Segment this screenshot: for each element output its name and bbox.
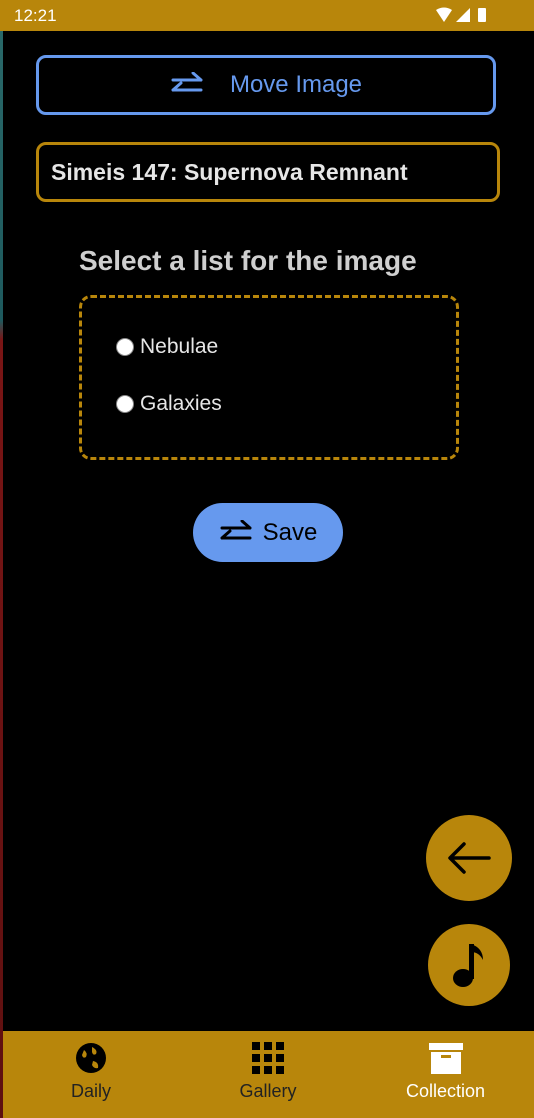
nav-label: Daily — [70, 1081, 111, 1101]
music-fab[interactable] — [428, 924, 510, 1006]
swap-horizontal-icon — [220, 519, 252, 539]
image-name: Simeis 147: Supernova Remnant — [36, 142, 500, 202]
move-image-screen: Move Image Simeis 147: Supernova Remnant… — [3, 31, 534, 1031]
radio-label: Galaxies — [140, 392, 222, 415]
radio-option-galaxies[interactable]: Galaxies — [116, 392, 222, 416]
status-icons — [436, 7, 486, 22]
back-fab[interactable] — [426, 815, 512, 901]
battery-icon — [478, 8, 486, 22]
radio-button[interactable] — [116, 338, 134, 356]
wifi-icon — [436, 7, 452, 22]
list-select-prompt: Select a list for the image — [79, 245, 417, 276]
radio-option-nebulae[interactable]: Nebulae — [116, 335, 218, 359]
move-image-header: Move Image — [36, 55, 496, 115]
save-button[interactable]: Save — [193, 503, 343, 562]
signal-icon — [456, 8, 470, 22]
bottom-navigation: Daily Gallery Collection — [3, 1031, 534, 1118]
status-bar: 12:21 — [0, 0, 534, 31]
nav-item-gallery[interactable]: Gallery — [218, 1031, 318, 1118]
radio-label: Nebulae — [140, 335, 219, 358]
nav-label: Gallery — [239, 1081, 297, 1101]
nav-label: Collection — [405, 1081, 486, 1101]
nav-item-collection[interactable]: Collection — [383, 1031, 508, 1118]
swap-horizontal-icon — [171, 72, 203, 92]
globe-icon — [76, 1043, 106, 1073]
radio-button[interactable] — [116, 395, 134, 413]
archive-box-icon — [428, 1043, 463, 1074]
grid-icon — [252, 1042, 284, 1074]
status-time: 12:21 — [14, 6, 57, 25]
save-label: Save — [262, 518, 318, 546]
nav-item-daily[interactable]: Daily — [41, 1031, 141, 1118]
list-radio-group: Nebulae Galaxies — [79, 295, 459, 460]
page-title: Move Image — [229, 71, 363, 98]
arrow-left-icon — [448, 842, 491, 874]
music-note-icon — [453, 944, 483, 987]
